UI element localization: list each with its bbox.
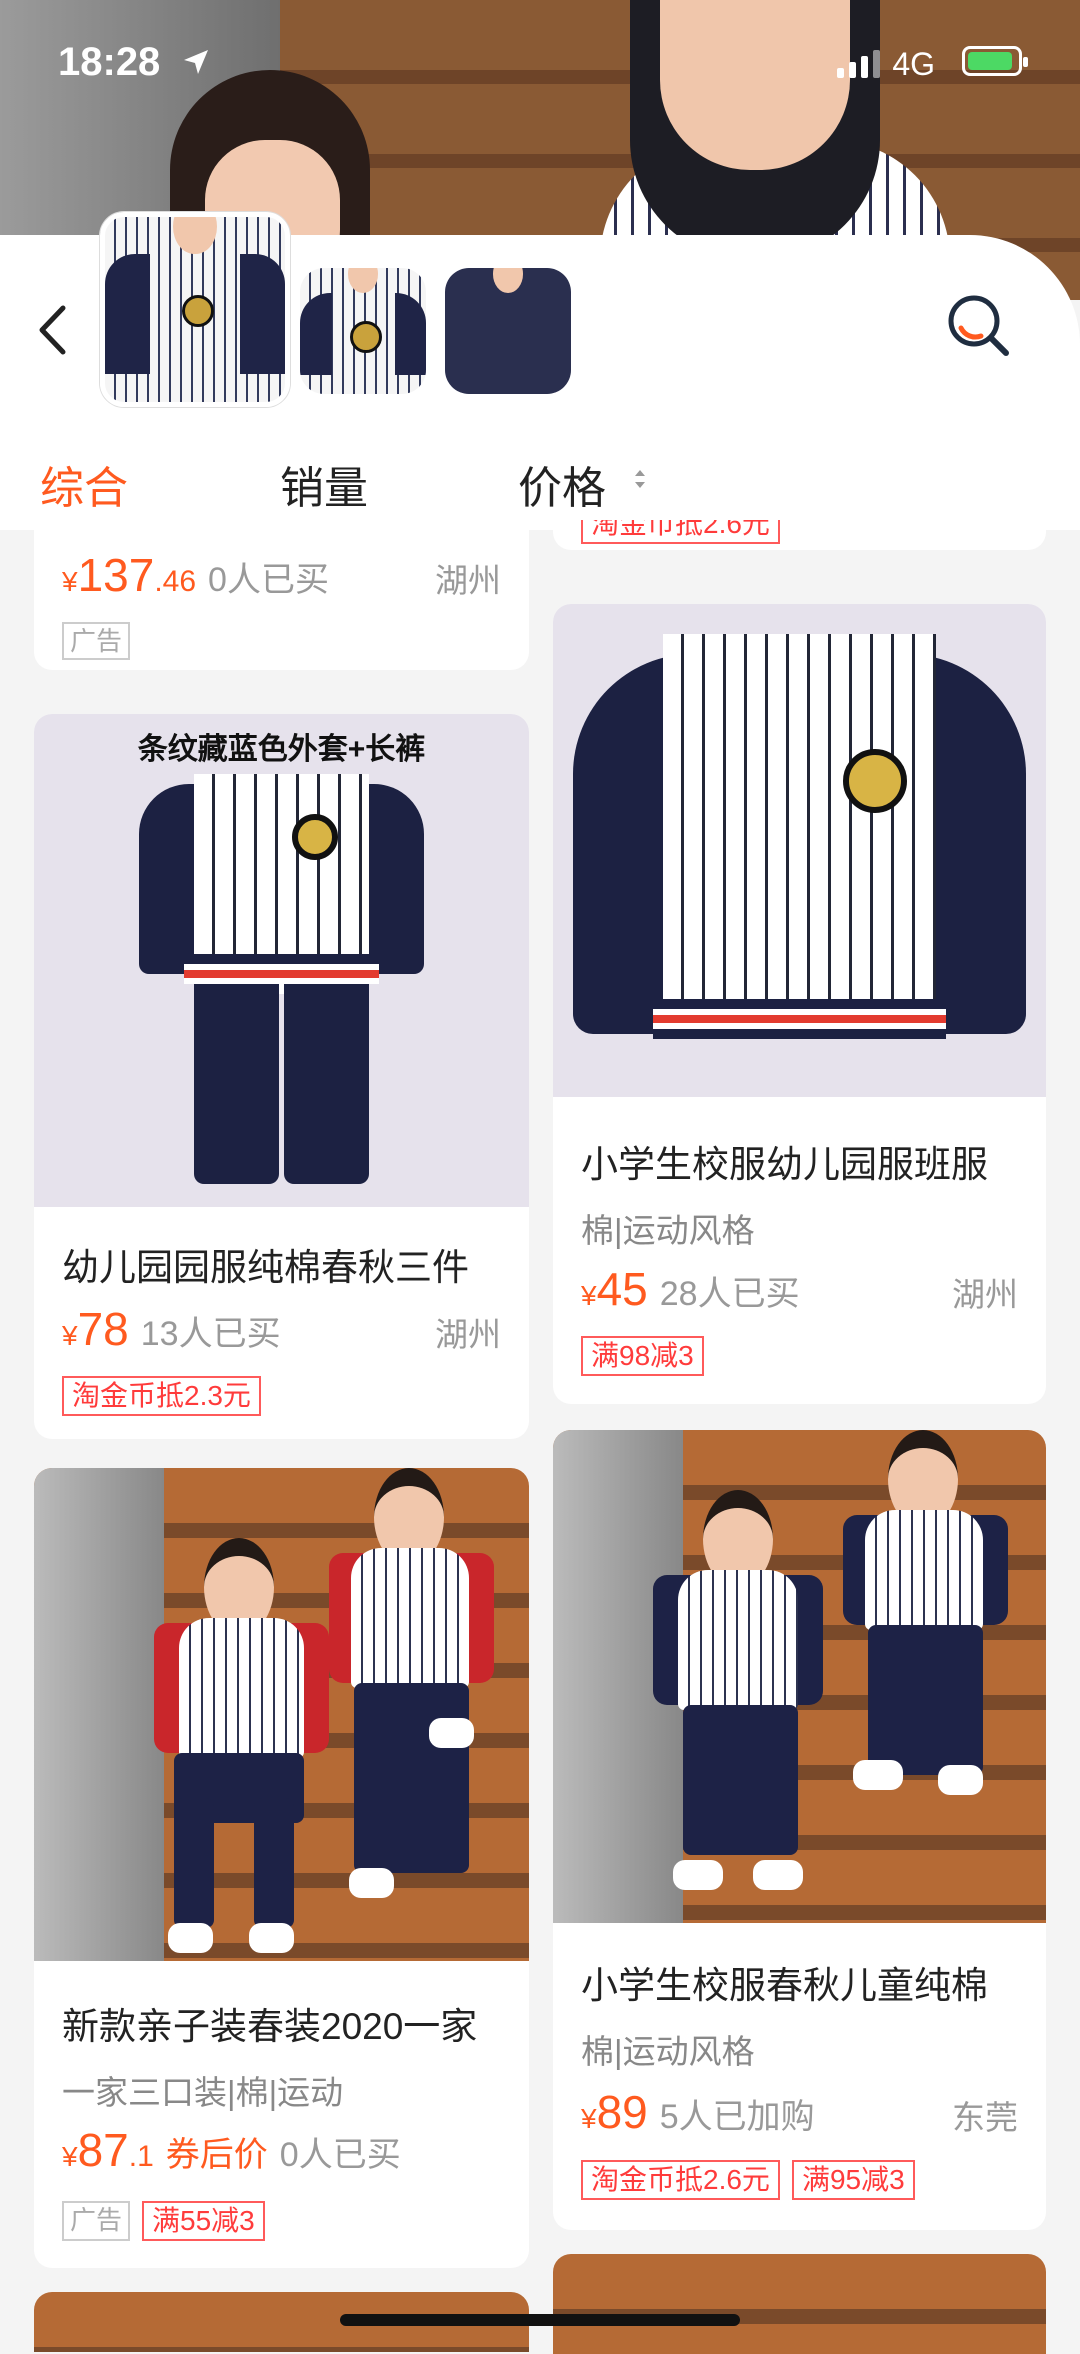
product-card[interactable]: 新款亲子装春装2020一家 一家三口装|棉|运动 ¥87.1 券后价 0人已买 广告… bbox=[34, 1468, 529, 2268]
sold-count: 0人已买 bbox=[208, 561, 329, 599]
product-image bbox=[34, 1468, 529, 1961]
sort-tab-price[interactable]: 价格 bbox=[518, 452, 606, 516]
product-title: 幼儿园园服纯棉春秋三件 bbox=[62, 1247, 469, 1288]
product-tags: 棉|运动风格 bbox=[581, 1212, 755, 1249]
location: 湖州 bbox=[952, 1276, 1018, 1313]
product-card-partial-right[interactable]: 淘金币抵2.6元 bbox=[553, 520, 1046, 550]
promo-tag: 淘金币抵2.6元 bbox=[581, 2160, 780, 2200]
promo-tag: 满95减3 bbox=[791, 2160, 915, 2200]
promo-tag: 满98减3 bbox=[581, 1336, 704, 1376]
price: ¥87.1 bbox=[62, 2124, 154, 2176]
location-arrow-icon bbox=[184, 50, 208, 74]
price: ¥137.46 bbox=[62, 549, 197, 601]
location: 东莞 bbox=[952, 2099, 1018, 2136]
sort-tab-sales[interactable]: 销量 bbox=[280, 452, 368, 516]
product-image bbox=[553, 604, 1046, 1097]
sort-caret-icon bbox=[635, 470, 645, 488]
ad-tag: 广告 bbox=[62, 622, 131, 660]
image-thumbnail-2[interactable] bbox=[300, 268, 426, 394]
price: ¥45 bbox=[581, 1263, 648, 1315]
home-indicator[interactable] bbox=[340, 2314, 740, 2326]
product-tags: 一家三口装|棉|运动 bbox=[62, 2074, 344, 2111]
product-title: 新款亲子装春装2020一家 bbox=[62, 2006, 478, 2047]
search-icon[interactable] bbox=[945, 292, 1011, 358]
promo-tag: 淘金币抵2.6元 bbox=[581, 520, 780, 544]
image-thumbnail-3[interactable] bbox=[445, 268, 571, 394]
product-card[interactable]: 小学生校服幼儿园服班服 棉|运动风格 ¥45 28人已买 湖州 满98减3 bbox=[553, 604, 1046, 1404]
sold-count: 5人已加购 bbox=[659, 2098, 815, 2136]
battery-icon bbox=[962, 46, 1028, 76]
product-card-partial-bottom-right[interactable] bbox=[553, 2254, 1046, 2354]
product-title: 小学生校服春秋儿童纯棉 bbox=[581, 1965, 988, 2006]
product-image bbox=[553, 1430, 1046, 1923]
back-icon[interactable] bbox=[28, 300, 78, 360]
image-caption: 条纹藏蓝色外套+长裤 bbox=[137, 733, 426, 766]
ad-tag: 广告 bbox=[62, 2201, 131, 2241]
network-type: 4G bbox=[892, 46, 935, 82]
promo-tag: 淘金币抵2.3元 bbox=[62, 1376, 261, 1416]
signal-icon bbox=[837, 50, 880, 78]
sold-count: 0人已买 bbox=[279, 2136, 401, 2174]
status-bar: 18:28 4G bbox=[0, 0, 1080, 130]
sort-bar: 综合 销量 价格 bbox=[0, 430, 1080, 520]
product-title: 小学生校服幼儿园服班服 bbox=[581, 1144, 988, 1185]
sold-count: 13人已买 bbox=[140, 1315, 281, 1353]
price: ¥78 bbox=[62, 1303, 129, 1355]
sort-tab-comprehensive[interactable]: 综合 bbox=[40, 452, 128, 516]
status-time: 18:28 bbox=[58, 40, 161, 84]
location: 湖州 bbox=[435, 1316, 501, 1353]
sold-count: 28人已买 bbox=[659, 1275, 800, 1313]
location: 湖州 bbox=[435, 562, 501, 599]
product-image: 条纹藏蓝色外套+长裤 bbox=[34, 714, 529, 1207]
product-card[interactable]: 小学生校服春秋儿童纯棉 棉|运动风格 ¥89 5人已加购 东莞 淘金币抵2.6元 … bbox=[553, 1430, 1046, 2230]
product-tags: 棉|运动风格 bbox=[581, 2033, 755, 2070]
promo-tag: 满55减3 bbox=[142, 2201, 265, 2241]
product-card-partial-left[interactable]: ¥137.46 0人已买 湖州 广告 bbox=[34, 520, 529, 670]
product-card[interactable]: 条纹藏蓝色外套+长裤 幼儿园园服纯棉春秋三件 ¥78 13人已买 湖州 淘金币抵2… bbox=[34, 714, 529, 1439]
after-coupon-label: 券后价 bbox=[165, 2136, 268, 2174]
price: ¥89 bbox=[581, 2086, 648, 2138]
image-thumbnail-1[interactable] bbox=[100, 212, 290, 407]
